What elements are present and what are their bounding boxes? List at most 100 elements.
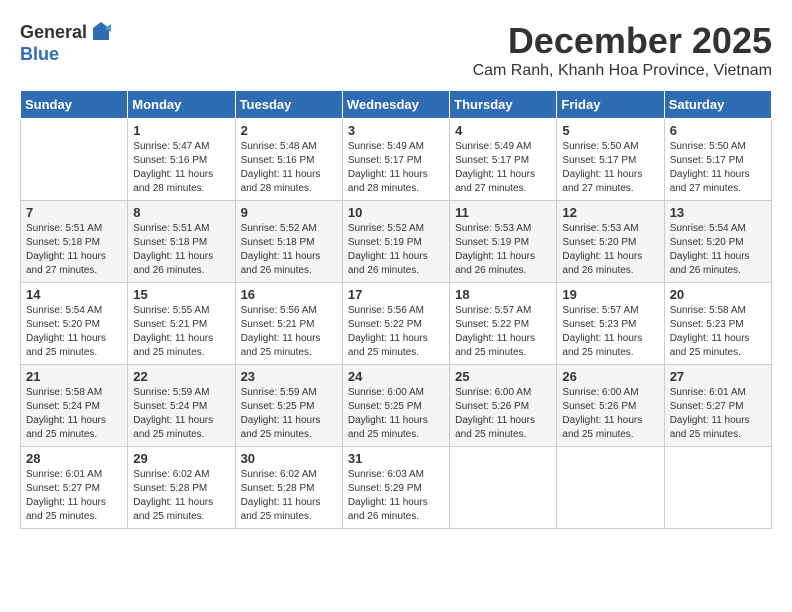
- calendar-cell: 20Sunrise: 5:58 AMSunset: 5:23 PMDayligh…: [664, 283, 771, 365]
- day-info: Sunrise: 5:51 AMSunset: 5:18 PMDaylight:…: [26, 222, 122, 278]
- day-number: 16: [241, 287, 337, 302]
- day-number: 19: [562, 287, 658, 302]
- week-row-2: 7Sunrise: 5:51 AMSunset: 5:18 PMDaylight…: [21, 201, 772, 283]
- day-number: 28: [26, 451, 122, 466]
- day-number: 8: [133, 205, 229, 220]
- calendar-cell: 10Sunrise: 5:52 AMSunset: 5:19 PMDayligh…: [342, 201, 449, 283]
- calendar-cell: 30 Sunrise: 6:02 AMSunset: 5:28 PMDayligh…: [235, 447, 342, 529]
- day-number: 4: [455, 123, 551, 138]
- title-section: December 2025 Cam Ranh, Khanh Hoa Provin…: [473, 20, 772, 80]
- calendar-header: SundayMondayTuesdayWednesdayThursdayFrid…: [21, 91, 772, 119]
- day-number: 6: [670, 123, 766, 138]
- calendar-cell: 31 Sunrise: 6:03 AMSunset: 5:29 PMDayligh…: [342, 447, 449, 529]
- logo-blue-text: Blue: [20, 44, 59, 65]
- calendar-cell: 21 Sunrise: 5:58 AMSunset: 5:24 PMDayligh…: [21, 365, 128, 447]
- calendar-cell: 8 Sunrise: 5:51 AMSunset: 5:18 PMDaylight…: [128, 201, 235, 283]
- day-info: Sunrise: 5:56 AMSunset: 5:22 PMDaylight:…: [348, 304, 444, 360]
- day-number: 29: [133, 451, 229, 466]
- calendar-cell: 19 Sunrise: 5:57 AMSunset: 5:23 PMDayligh…: [557, 283, 664, 365]
- calendar-cell: 7Sunrise: 5:51 AMSunset: 5:18 PMDaylight…: [21, 201, 128, 283]
- header-day-monday: Monday: [128, 91, 235, 119]
- location-title: Cam Ranh, Khanh Hoa Province, Vietnam: [473, 62, 772, 80]
- day-info: Sunrise: 6:01 AMSunset: 5:27 PMDaylight:…: [670, 386, 766, 442]
- day-number: 25: [455, 369, 551, 384]
- calendar-cell: 16 Sunrise: 5:56 AMSunset: 5:21 PMDayligh…: [235, 283, 342, 365]
- day-info: Sunrise: 5:49 AMSunset: 5:17 PMDaylight:…: [348, 140, 444, 196]
- day-number: 15: [133, 287, 229, 302]
- day-number: 14: [26, 287, 122, 302]
- day-number: 22: [133, 369, 229, 384]
- day-info: Sunrise: 5:57 AMSunset: 5:22 PMDaylight:…: [455, 304, 551, 360]
- day-info: Sunrise: 6:00 AMSunset: 5:26 PMDaylight:…: [455, 386, 551, 442]
- header-day-wednesday: Wednesday: [342, 91, 449, 119]
- calendar-cell: 22 Sunrise: 5:59 AMSunset: 5:24 PMDayligh…: [128, 365, 235, 447]
- calendar-cell: 6 Sunrise: 5:50 AMSunset: 5:17 PMDaylight…: [664, 119, 771, 201]
- calendar-cell: 11 Sunrise: 5:53 AMSunset: 5:19 PMDayligh…: [450, 201, 557, 283]
- logo-icon: [89, 20, 113, 44]
- day-number: 12: [562, 205, 658, 220]
- day-info: Sunrise: 5:54 AMSunset: 5:20 PMDaylight:…: [26, 304, 122, 360]
- calendar-cell: 26Sunrise: 6:00 AMSunset: 5:26 PMDayligh…: [557, 365, 664, 447]
- day-info: Sunrise: 5:59 AMSunset: 5:24 PMDaylight:…: [133, 386, 229, 442]
- calendar-cell: [21, 119, 128, 201]
- day-number: 18: [455, 287, 551, 302]
- week-row-5: 28 Sunrise: 6:01 AMSunset: 5:27 PMDayligh…: [21, 447, 772, 529]
- day-number: 31: [348, 451, 444, 466]
- month-title: December 2025: [473, 20, 772, 62]
- calendar-table: SundayMondayTuesdayWednesdayThursdayFrid…: [20, 90, 772, 529]
- day-info: Sunrise: 6:02 AMSunset: 5:28 PMDaylight:…: [133, 468, 229, 524]
- day-info: Sunrise: 5:53 AMSunset: 5:19 PMDaylight:…: [455, 222, 551, 278]
- week-row-1: 1 Sunrise: 5:47 AMSunset: 5:16 PMDaylight…: [21, 119, 772, 201]
- calendar-cell: 13Sunrise: 5:54 AMSunset: 5:20 PMDayligh…: [664, 201, 771, 283]
- day-info: Sunrise: 5:49 AMSunset: 5:17 PMDaylight:…: [455, 140, 551, 196]
- calendar-cell: 12 Sunrise: 5:53 AMSunset: 5:20 PMDayligh…: [557, 201, 664, 283]
- calendar-cell: 28 Sunrise: 6:01 AMSunset: 5:27 PMDayligh…: [21, 447, 128, 529]
- day-info: Sunrise: 6:03 AMSunset: 5:29 PMDaylight:…: [348, 468, 444, 524]
- day-info: Sunrise: 5:48 AMSunset: 5:16 PMDaylight:…: [241, 140, 337, 196]
- calendar-cell: 29 Sunrise: 6:02 AMSunset: 5:28 PMDayligh…: [128, 447, 235, 529]
- header-day-thursday: Thursday: [450, 91, 557, 119]
- day-number: 24: [348, 369, 444, 384]
- header-day-sunday: Sunday: [21, 91, 128, 119]
- header-row: SundayMondayTuesdayWednesdayThursdayFrid…: [21, 91, 772, 119]
- day-info: Sunrise: 5:52 AMSunset: 5:19 PMDaylight:…: [348, 222, 444, 278]
- day-info: Sunrise: 5:47 AMSunset: 5:16 PMDaylight:…: [133, 140, 229, 196]
- day-info: Sunrise: 5:56 AMSunset: 5:21 PMDaylight:…: [241, 304, 337, 360]
- calendar-cell: 1 Sunrise: 5:47 AMSunset: 5:16 PMDaylight…: [128, 119, 235, 201]
- day-info: Sunrise: 6:02 AMSunset: 5:28 PMDaylight:…: [241, 468, 337, 524]
- day-number: 3: [348, 123, 444, 138]
- day-info: Sunrise: 5:52 AMSunset: 5:18 PMDaylight:…: [241, 222, 337, 278]
- day-number: 27: [670, 369, 766, 384]
- calendar-cell: 27 Sunrise: 6:01 AMSunset: 5:27 PMDayligh…: [664, 365, 771, 447]
- day-number: 5: [562, 123, 658, 138]
- day-info: Sunrise: 6:01 AMSunset: 5:27 PMDaylight:…: [26, 468, 122, 524]
- day-info: Sunrise: 5:50 AMSunset: 5:17 PMDaylight:…: [670, 140, 766, 196]
- calendar-cell: 24 Sunrise: 6:00 AMSunset: 5:25 PMDayligh…: [342, 365, 449, 447]
- calendar-cell: 3 Sunrise: 5:49 AMSunset: 5:17 PMDaylight…: [342, 119, 449, 201]
- calendar-body: 1 Sunrise: 5:47 AMSunset: 5:16 PMDaylight…: [21, 119, 772, 529]
- day-number: 30: [241, 451, 337, 466]
- calendar-cell: [450, 447, 557, 529]
- week-row-3: 14 Sunrise: 5:54 AMSunset: 5:20 PMDayligh…: [21, 283, 772, 365]
- calendar-cell: [557, 447, 664, 529]
- day-number: 21: [26, 369, 122, 384]
- day-info: Sunrise: 5:57 AMSunset: 5:23 PMDaylight:…: [562, 304, 658, 360]
- day-number: 1: [133, 123, 229, 138]
- calendar-cell: 17Sunrise: 5:56 AMSunset: 5:22 PMDayligh…: [342, 283, 449, 365]
- day-info: Sunrise: 5:53 AMSunset: 5:20 PMDaylight:…: [562, 222, 658, 278]
- day-info: Sunrise: 5:59 AMSunset: 5:25 PMDaylight:…: [241, 386, 337, 442]
- calendar-cell: 14 Sunrise: 5:54 AMSunset: 5:20 PMDayligh…: [21, 283, 128, 365]
- day-number: 23: [241, 369, 337, 384]
- day-info: Sunrise: 5:58 AMSunset: 5:24 PMDaylight:…: [26, 386, 122, 442]
- calendar-cell: 9Sunrise: 5:52 AMSunset: 5:18 PMDaylight…: [235, 201, 342, 283]
- calendar-cell: 5 Sunrise: 5:50 AMSunset: 5:17 PMDaylight…: [557, 119, 664, 201]
- day-info: Sunrise: 5:50 AMSunset: 5:17 PMDaylight:…: [562, 140, 658, 196]
- calendar-cell: [664, 447, 771, 529]
- day-info: Sunrise: 6:00 AMSunset: 5:25 PMDaylight:…: [348, 386, 444, 442]
- day-number: 11: [455, 205, 551, 220]
- day-info: Sunrise: 5:51 AMSunset: 5:18 PMDaylight:…: [133, 222, 229, 278]
- day-number: 2: [241, 123, 337, 138]
- day-number: 26: [562, 369, 658, 384]
- day-info: Sunrise: 5:58 AMSunset: 5:23 PMDaylight:…: [670, 304, 766, 360]
- header-day-friday: Friday: [557, 91, 664, 119]
